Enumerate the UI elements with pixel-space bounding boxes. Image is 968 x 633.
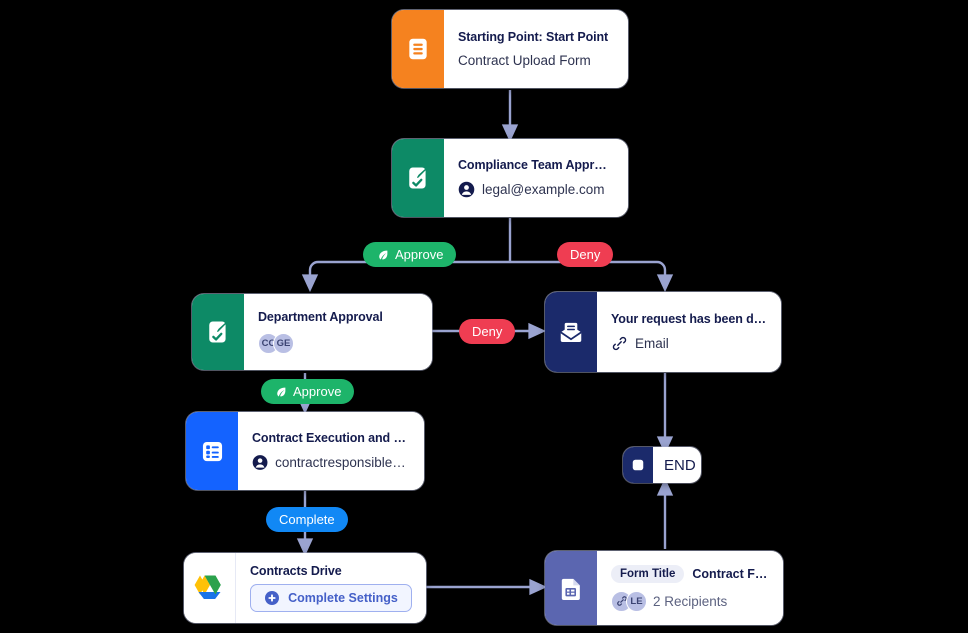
node-compliance-approval[interactable]: Compliance Team Approval legal@example.c… bbox=[392, 139, 628, 217]
start-body: Starting Point: Start Point Contract Upl… bbox=[444, 10, 628, 88]
plus-circle-icon bbox=[265, 591, 280, 605]
denied-subtitle-row: Email bbox=[611, 335, 767, 352]
execution-subtitle-row: contractresponsible@... bbox=[252, 454, 410, 471]
edge-label-department-approve[interactable]: Approve bbox=[261, 379, 355, 404]
document-lines-icon bbox=[409, 38, 427, 60]
end-icon-panel bbox=[623, 447, 653, 483]
person-circle-icon bbox=[252, 455, 268, 470]
node-contract-execution[interactable]: Contract Execution and Signi... contract… bbox=[186, 412, 424, 490]
approval-document-icon bbox=[409, 167, 427, 189]
node-contracts-drive[interactable]: Contracts Drive Complete Settings bbox=[184, 553, 426, 623]
edge-label-text: Deny bbox=[472, 324, 503, 339]
edge-label-text: Deny bbox=[570, 247, 601, 262]
approve-leaf-icon bbox=[379, 250, 388, 259]
form-title-value: Contract Flow ... bbox=[692, 566, 769, 581]
department-body: Department Approval CC GE bbox=[244, 294, 432, 370]
compliance-title: Compliance Team Approval bbox=[458, 158, 614, 172]
drive-icon-panel bbox=[184, 553, 236, 623]
form-recipients-label: 2 Recipients bbox=[653, 593, 728, 609]
stop-square-icon bbox=[632, 459, 644, 471]
edge-label-compliance-approve[interactable]: Approve bbox=[363, 242, 457, 267]
avatar: LE bbox=[626, 590, 647, 612]
google-drive-icon bbox=[194, 575, 221, 599]
edge-label-text: Complete bbox=[279, 512, 335, 527]
execution-title: Contract Execution and Signi... bbox=[252, 431, 410, 445]
edge-label-execution-complete[interactable]: Complete bbox=[266, 507, 348, 532]
form-title-badge: Form Title bbox=[611, 564, 685, 583]
compliance-email: legal@example.com bbox=[482, 182, 605, 197]
drive-body: Contracts Drive Complete Settings bbox=[236, 553, 426, 623]
start-subtitle: Contract Upload Form bbox=[458, 53, 591, 68]
form-chips: LE bbox=[611, 590, 647, 612]
denied-body: Your request has been denied. Email bbox=[597, 292, 781, 372]
denied-channel: Email bbox=[635, 336, 669, 351]
edge-label-text: Approve bbox=[293, 384, 342, 399]
approve-leaf-icon bbox=[277, 387, 286, 396]
workflow-canvas: Starting Point: Start Point Contract Upl… bbox=[0, 0, 968, 633]
node-request-denied[interactable]: Your request has been denied. Email bbox=[545, 292, 781, 372]
avatar: GE bbox=[273, 333, 294, 354]
complete-settings-button[interactable]: Complete Settings bbox=[250, 584, 412, 612]
start-icon-panel bbox=[392, 10, 444, 88]
node-start[interactable]: Starting Point: Start Point Contract Upl… bbox=[392, 10, 628, 88]
checklist-form-icon bbox=[202, 441, 222, 461]
start-subtitle-row: Contract Upload Form bbox=[458, 53, 614, 68]
drive-title: Contracts Drive bbox=[250, 564, 342, 577]
compliance-icon-panel bbox=[392, 139, 444, 217]
denied-title: Your request has been denied. bbox=[611, 312, 767, 326]
form-recipients-row: LE 2 Recipients bbox=[611, 590, 769, 612]
start-title: Starting Point: Start Point bbox=[458, 30, 609, 44]
compliance-body: Compliance Team Approval legal@example.c… bbox=[444, 139, 628, 217]
denied-icon-panel bbox=[545, 292, 597, 372]
form-title-row: Form Title Contract Flow ... bbox=[611, 564, 769, 583]
edge-label-department-deny[interactable]: Deny bbox=[459, 319, 516, 344]
link-paperclip-icon bbox=[612, 336, 627, 351]
execution-body: Contract Execution and Signi... contract… bbox=[238, 412, 424, 490]
approval-document-icon bbox=[209, 321, 227, 343]
department-icon-panel bbox=[192, 294, 244, 370]
edge-label-text: Approve bbox=[395, 247, 444, 262]
form-document-icon bbox=[561, 578, 580, 600]
end-label: END bbox=[664, 456, 696, 474]
complete-settings-label: Complete Settings bbox=[288, 591, 398, 605]
edge-label-compliance-deny[interactable]: Deny bbox=[557, 242, 614, 267]
envelope-icon bbox=[560, 322, 582, 343]
connector-edges bbox=[296, 90, 674, 596]
form-icon-panel bbox=[545, 551, 597, 625]
form-body: Form Title Contract Flow ... LE 2 Recipi… bbox=[597, 551, 783, 625]
department-avatars: CC GE bbox=[258, 333, 418, 354]
node-form-summary[interactable]: Form Title Contract Flow ... LE 2 Recipi… bbox=[545, 551, 783, 625]
node-end[interactable]: END bbox=[623, 447, 701, 483]
execution-icon-panel bbox=[186, 412, 238, 490]
node-department-approval[interactable]: Department Approval CC GE bbox=[192, 294, 432, 370]
compliance-subtitle-row: legal@example.com bbox=[458, 181, 614, 198]
department-title: Department Approval bbox=[258, 310, 383, 324]
execution-email: contractresponsible@... bbox=[275, 455, 410, 470]
person-circle-icon bbox=[458, 181, 475, 198]
